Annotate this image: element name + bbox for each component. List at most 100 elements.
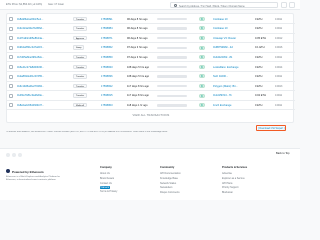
twitter-icon[interactable]	[6, 153, 10, 157]
footer-link[interactable]: Knowledge Base	[160, 177, 178, 180]
from-address[interactable]	[157, 46, 187, 49]
footer-link[interactable]: API Plans	[222, 182, 233, 185]
footnote-text: To transfer from address, see Etherscan'…	[6, 131, 168, 133]
network-button[interactable]	[289, 2, 295, 8]
value-text: 0 ETH	[255, 75, 263, 79]
gas-price[interactable]: Gas: 17 Gwei	[48, 3, 64, 6]
eye-icon[interactable]	[9, 55, 13, 60]
to-address-link[interactable]: 0x1d15Ff13...7b	[213, 94, 232, 97]
from-address[interactable]	[157, 36, 187, 40]
txn-fee-text: 0.0014	[275, 65, 283, 69]
from-address[interactable]	[157, 75, 187, 78]
txn-fee-text: 0.0011	[275, 27, 283, 31]
footer-link[interactable]: Disqus Comments	[160, 191, 180, 194]
txn-hash-link[interactable]: 0x2a8b93e4f1c07d55...	[17, 75, 44, 78]
txn-hash-link[interactable]: 0x4f3e7b81c9a26d0e...	[17, 94, 44, 97]
eye-icon[interactable]	[9, 17, 13, 21]
table-row: 0x5e41c27fa8d03b96... Transfer 17595843 108…	[7, 62, 295, 72]
eye-icon[interactable]	[9, 84, 13, 89]
to-address-link[interactable]: Null: 0x000...	[213, 75, 228, 78]
view-all-transactions-link[interactable]: VIEW ALL TRANSACTIONS	[7, 114, 295, 117]
to-address-link[interactable]: Coinbase 10	[213, 27, 228, 30]
eye-icon[interactable]	[9, 36, 13, 41]
txn-hash-link[interactable]: 0x8a9f6eba2f43c5e1...	[17, 18, 43, 21]
eye-icon[interactable]	[9, 65, 13, 69]
block-link[interactable]: 17595891	[101, 18, 113, 21]
from-address[interactable]	[157, 104, 187, 107]
table-row: 0x6c19d5a0be7f3284... Transfer 17595822 117…	[7, 81, 295, 92]
to-address-link[interactable]: Uniswap V3: Router	[213, 37, 236, 40]
block-link[interactable]: 17595843	[101, 66, 113, 69]
footer-link[interactable]: Blockscan	[222, 191, 233, 194]
footer-link[interactable]: Network Status	[160, 182, 176, 185]
from-address[interactable]	[157, 27, 187, 30]
footer-link[interactable]: Newsletters	[160, 186, 173, 189]
eye-icon[interactable]	[9, 45, 13, 50]
direction-badge: IN	[199, 26, 205, 31]
age-text: 108 days 5 hrs ago	[127, 75, 150, 79]
search-input[interactable]: Search by Address / Txn Hash / Block / T…	[170, 2, 278, 8]
method-badge: Transfer	[73, 54, 88, 60]
txn-hash-link[interactable]: 0x1f7a93cd05e8b24a...	[17, 37, 44, 40]
direction-badge: IN	[199, 35, 205, 40]
footer-link[interactable]: Terms & Privacy	[100, 190, 117, 193]
top-bar: ETH Price: $1,854.02 (+2.44%) Gas: 17 Gw…	[0, 0, 300, 10]
search-placeholder: Search by Address / Txn Hash / Block / T…	[179, 4, 245, 8]
age-text: 118 days 1 hr ago	[127, 103, 148, 107]
txn-hash-link[interactable]: 0x5e41c27fa8d03b96...	[17, 66, 44, 69]
block-link[interactable]: 17595836	[101, 75, 113, 78]
to-address-link[interactable]: 1inch Exchange	[213, 104, 231, 107]
direction-badge: IN	[199, 83, 205, 88]
to-address-link[interactable]: 0x6B75d8AF...4d	[213, 46, 233, 49]
block-link[interactable]: 17595884	[101, 27, 113, 30]
txn-fee-text: 0.0011	[275, 75, 283, 79]
block-link[interactable]: 17595850	[101, 56, 113, 59]
footer-link[interactable]: Explorer as a Service	[222, 177, 245, 180]
footer-link[interactable]: API Documentation	[160, 172, 181, 175]
txn-fee-text: 0.0011	[275, 103, 283, 107]
txn-fee-text: 0.0011	[275, 17, 283, 21]
footer-link[interactable]: About Us	[100, 172, 110, 175]
to-address-link[interactable]: LooksRare: Exchange	[213, 66, 239, 69]
footer-link[interactable]: Contact Us	[100, 182, 112, 185]
txn-hash-link[interactable]: 0x3c4d1e90a7b2f66d...	[17, 27, 44, 30]
footer-link[interactable]: Advertise	[222, 172, 232, 175]
from-address[interactable]	[157, 56, 187, 59]
back-to-top-link[interactable]: Back to Top	[276, 152, 290, 155]
block-link[interactable]: 17595862	[101, 46, 113, 49]
block-link[interactable]: 17595803	[101, 104, 113, 107]
direction-badge: IN	[199, 93, 205, 98]
method-badge: Approve	[73, 35, 88, 41]
txn-fee-text: 0.0016	[275, 46, 283, 50]
eye-icon[interactable]	[9, 26, 13, 31]
block-link[interactable]: 17595822	[101, 85, 113, 88]
eye-icon[interactable]	[9, 93, 13, 98]
from-address[interactable]	[157, 94, 187, 97]
to-address-link[interactable]: Polygon (Matic): Bri...	[213, 85, 238, 88]
powered-by-label: Powered by Ethereum	[12, 169, 44, 174]
page-footer: Back to Top Powered by Ethereum Ethersca…	[0, 148, 300, 200]
eye-icon[interactable]	[9, 74, 13, 79]
txn-hash-link[interactable]: 0x6c19d5a0be7f3284...	[17, 85, 44, 88]
value-text: 0 ETH	[255, 55, 263, 59]
to-address-link[interactable]: Coinbase 10	[213, 18, 228, 21]
from-address[interactable]	[157, 65, 187, 69]
footer-link[interactable]: Priority Support	[222, 186, 238, 189]
facebook-icon[interactable]	[12, 153, 16, 157]
block-link[interactable]: 17595815	[101, 94, 113, 97]
from-address[interactable]	[157, 17, 187, 21]
txn-hash-link[interactable]: 0x8e0a2c65d4f19b37...	[17, 104, 44, 107]
to-address-link[interactable]: 0x4d224452...81	[213, 56, 232, 59]
footer-link[interactable]: Brand Assets	[100, 177, 114, 180]
eye-icon[interactable]	[9, 103, 13, 108]
method-badge: Multicall	[73, 102, 87, 108]
theme-toggle-button[interactable]	[281, 2, 287, 8]
age-text: 108 days 5 hrs ago	[127, 65, 150, 69]
method-badge: Transfer	[73, 64, 88, 69]
from-address[interactable]	[157, 84, 187, 88]
txn-hash-link[interactable]: 0x9b2e8f31c4d7a015...	[17, 46, 44, 49]
block-link[interactable]: 17595871	[101, 37, 113, 40]
txn-hash-link[interactable]: 0x7d05a6be39f1c82e...	[17, 56, 44, 59]
reddit-icon[interactable]	[18, 153, 22, 157]
txn-fee-text: 0.0011	[275, 94, 283, 98]
